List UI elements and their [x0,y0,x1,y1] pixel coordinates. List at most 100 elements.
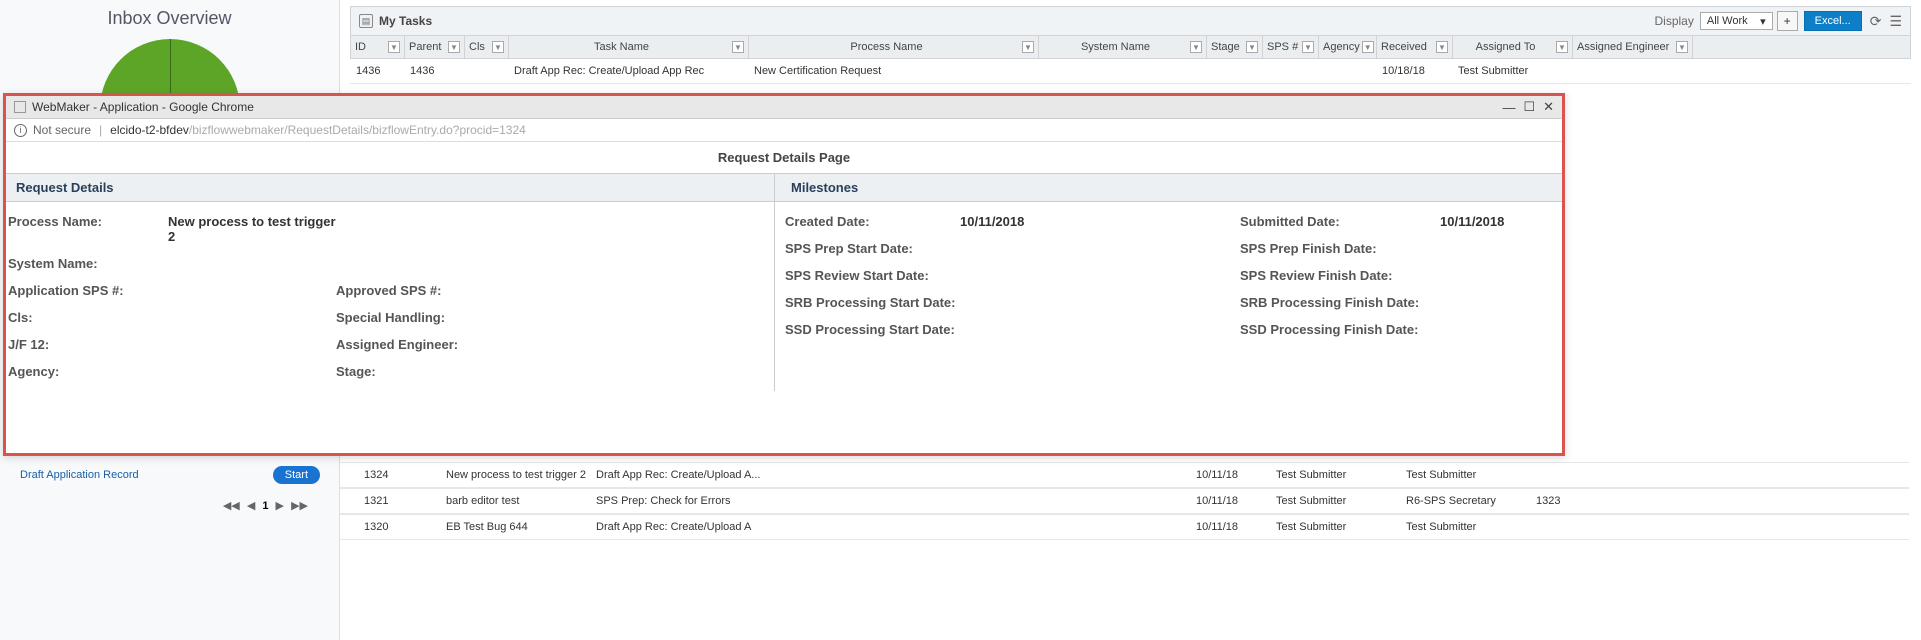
cell-task[interactable]: EB Test Bug 644 [440,515,590,539]
field-row: Agency:Stage: [8,358,772,385]
address-bar: i Not secure | elcido-t2-bfdev/bizflowwe… [6,119,1562,142]
filter-icon[interactable]: ▼ [1556,41,1568,53]
cell-task[interactable]: barb editor test [440,489,590,513]
filter-icon[interactable]: ▼ [1022,41,1034,53]
cell-end [1530,463,1580,487]
filter-icon[interactable]: ▼ [1190,41,1202,53]
filter-icon[interactable]: ▼ [1362,41,1374,53]
refresh-icon[interactable]: ⟳ [1870,13,1882,30]
field-label [336,214,496,244]
field-value [168,256,336,271]
page-prev-icon[interactable]: ◀ [247,500,255,512]
popup-window: WebMaker - Application - Google Chrome —… [3,93,1565,456]
cell-stage [1206,59,1262,83]
maximize-button[interactable]: ☐ [1523,99,1535,115]
field-value [960,268,1240,283]
field-value [168,337,336,352]
page-first-icon[interactable]: ◀◀ [223,500,240,512]
field-row: SRB Processing Start Date:SRB Processing… [785,289,1560,316]
panel-title: My Tasks [379,14,1655,28]
filter-icon[interactable]: ▼ [1302,41,1314,53]
display-select[interactable]: All Work [1700,12,1773,30]
field-label [336,256,496,271]
cell-assigned: Test Submitter [1452,59,1572,83]
field-label: Special Handling: [336,310,496,325]
filter-icon[interactable]: ▼ [1676,41,1688,53]
col-stage[interactable]: Stage [1211,41,1240,53]
filter-icon[interactable]: ▼ [732,41,744,53]
field-row: Application SPS #:Approved SPS #: [8,277,772,304]
filter-icon[interactable]: ▼ [492,41,504,53]
field-value [1440,322,1560,337]
cell-process: New Certification Request [748,59,1038,83]
field-row: J/F 12:Assigned Engineer: [8,331,772,358]
filter-icon[interactable]: ▼ [1246,41,1258,53]
table-row[interactable]: 1324 New process to test trigger 2Draft A… [340,462,1909,488]
inbox-title: Inbox Overview [0,8,339,29]
field-label: Stage: [336,364,496,379]
col-sps[interactable]: SPS # [1267,41,1298,53]
table-row[interactable]: 1320EB Test Bug 644Draft App Rec: Create… [340,514,1909,540]
page-next-icon[interactable]: ▶ [276,500,284,512]
cell-assigned: Test Submitter [1270,489,1400,513]
page-number: 1 [262,500,268,512]
cell-id: 1321 [340,489,400,513]
filter-icon[interactable]: ▼ [448,41,460,53]
col-system[interactable]: System Name [1081,41,1150,53]
field-label: Submitted Date: [1240,214,1440,229]
grid-header: ID ▼ Parent ▼ Cls ▼ Task Name ▼ Process Name… [350,36,1911,59]
add-button[interactable]: + [1777,11,1798,31]
field-label: SPS Review Start Date: [785,268,960,283]
info-icon[interactable]: i [14,124,27,137]
cell-cls [464,59,508,83]
field-value [1440,295,1560,310]
cell-process: Draft App Rec: Create/Upload A... [590,463,1190,487]
field-value: 10/11/2018 [960,214,1240,229]
cell-id: 1324 [340,463,400,487]
window-titlebar: WebMaker - Application - Google Chrome —… [6,96,1562,119]
field-row: System Name: [8,250,772,277]
cell-process: SPS Prep: Check for Errors [590,489,1190,513]
col-id[interactable]: ID [355,41,366,53]
col-parent[interactable]: Parent [409,41,441,53]
cell-received: 10/18/18 [1376,59,1452,83]
cell-agency [1318,59,1376,83]
field-value: New process to test trigger 2 [168,214,336,244]
page-last-icon[interactable]: ▶▶ [291,500,308,512]
col-process[interactable]: Process Name [850,41,922,53]
field-value [168,283,336,298]
filter-icon[interactable]: ▼ [388,41,400,53]
field-label: SPS Review Finish Date: [1240,268,1440,283]
filter-icon[interactable]: ▼ [1436,41,1448,53]
field-label: SPS Prep Finish Date: [1240,241,1440,256]
minimize-button[interactable]: — [1502,100,1515,115]
field-row: Process Name:New process to test trigger… [8,208,772,250]
cell-engineer: R6-SPS Secretary [1400,489,1530,513]
col-received[interactable]: Received [1381,41,1427,53]
cell-engineer [1572,59,1692,83]
col-agency[interactable]: Agency [1323,41,1360,53]
cell-task[interactable]: New process to test trigger 2 [440,463,590,487]
excel-button[interactable]: Excel... [1804,11,1862,31]
col-engineer[interactable]: Assigned Engineer [1577,41,1669,53]
menu-icon[interactable]: ☰ [1889,13,1902,30]
field-label: Application SPS #: [8,283,168,298]
field-label: SSD Processing Finish Date: [1240,322,1440,337]
display-label: Display [1655,14,1694,28]
cell-sps [1262,59,1318,83]
col-cls[interactable]: Cls [469,41,485,53]
close-button[interactable]: ✕ [1543,99,1554,115]
cell-task[interactable]: Draft App Rec: Create/Upload App Rec [508,59,748,83]
start-button[interactable]: Start [273,466,320,484]
col-task[interactable]: Task Name [594,41,649,53]
page-title: Request Details Page [6,142,1562,173]
table-row[interactable]: 1321 barb editor testSPS Prep: Check for … [340,488,1909,514]
col-assigned[interactable]: Assigned To [1476,41,1536,53]
cell-process: Draft App Rec: Create/Upload A [590,515,1190,539]
cell-id: 1436 [350,59,404,83]
field-row: Cls:Special Handling: [8,304,772,331]
field-row: SSD Processing Start Date:SSD Processing… [785,316,1560,343]
field-value [168,310,336,325]
draft-application-link[interactable]: Draft Application Record [20,469,139,481]
table-row[interactable]: 1436 1436 Draft App Rec: Create/Upload A… [350,59,1911,84]
